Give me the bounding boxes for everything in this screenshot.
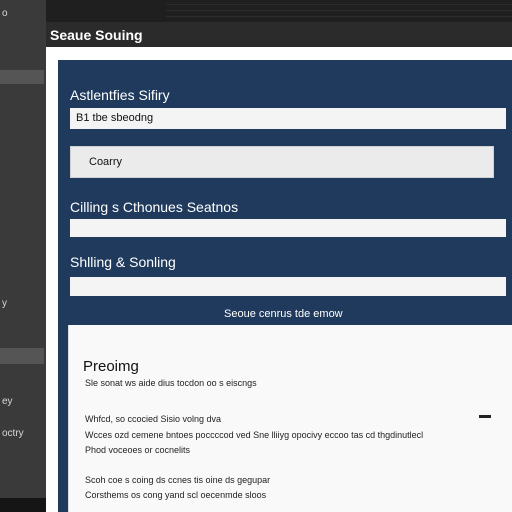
title-bar: Seaue Souing: [46, 22, 512, 47]
page-title: Seaue Souing: [50, 27, 143, 43]
card-text-line: Whfcd, so ccocied Sisio volng dva: [85, 414, 222, 424]
divider: [166, 4, 512, 5]
text-field[interactable]: B1 tbe sbeodng: [70, 108, 506, 129]
text-field[interactable]: [70, 219, 506, 237]
card-title: Preoimg: [83, 358, 139, 375]
select-value: Coarry: [89, 156, 123, 168]
select-dropdown[interactable]: Coarry: [70, 146, 494, 178]
section-heading: Astlentfies Sifiry: [70, 87, 170, 103]
divider: [166, 10, 512, 11]
minus-icon[interactable]: [479, 415, 491, 418]
section-heading: Shlling & Sonling: [70, 254, 176, 270]
card-text-line: Phod voceoes or cocnelits: [85, 445, 191, 455]
sidebar: o y ey octry: [0, 0, 46, 498]
card-text-line: Sle sonat ws aide dius tocdon oo s eiscn…: [85, 378, 257, 388]
sidebar-item-label: ey: [2, 396, 13, 407]
preview-card: Preoimg Sle sonat ws aide dius tocdon oo…: [68, 325, 512, 512]
sidebar-item-label: o: [2, 8, 8, 19]
top-bar: [46, 0, 512, 22]
caption-text: Seoue cenrus tde emow: [224, 308, 343, 320]
card-text-line: Wcces ozd cemene bntoes poccccod ved Sne…: [85, 430, 424, 440]
sidebar-item-label: y: [2, 298, 7, 309]
card-text-line: Corsthems os cong yand scl oecenmde sloo…: [85, 490, 267, 500]
text-field[interactable]: [70, 277, 506, 296]
sidebar-item-highlight[interactable]: [0, 348, 44, 364]
section-heading: Cilling s Cthonues Seatnos: [70, 199, 239, 215]
divider: [166, 16, 512, 17]
card-text-line: Scoh coe s coing ds ccnes tis oine ds ge…: [85, 475, 271, 485]
sidebar-item-selected[interactable]: [0, 70, 44, 84]
sidebar-item-label[interactable]: octry: [2, 428, 24, 439]
